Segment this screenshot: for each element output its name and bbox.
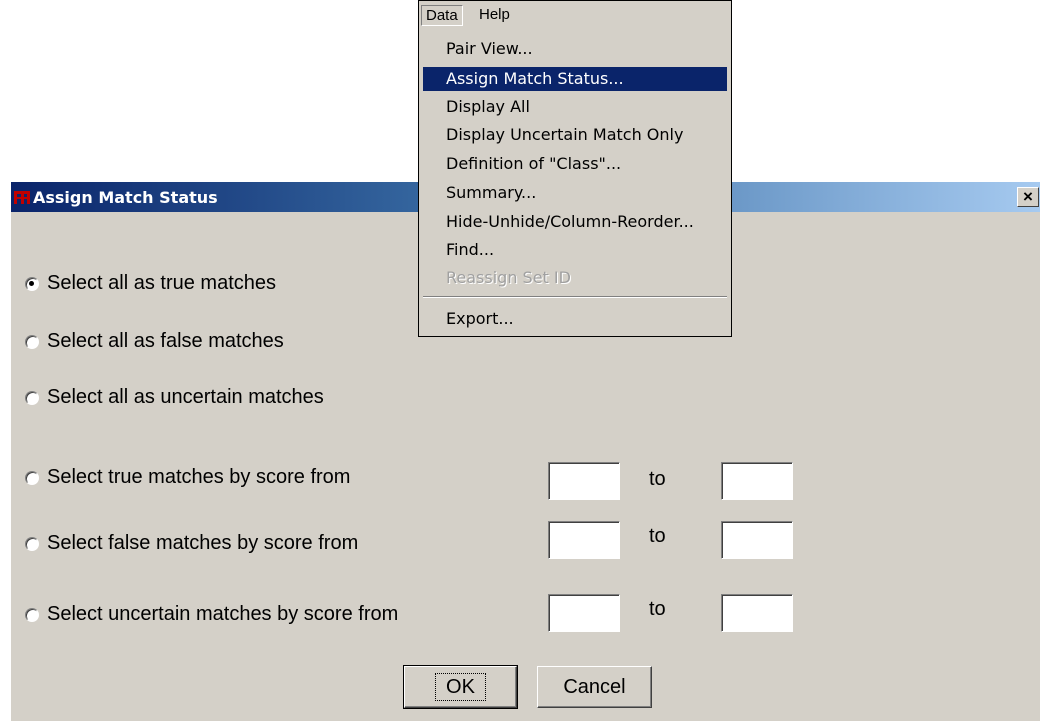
radio-label: Select false matches by score from bbox=[47, 532, 359, 554]
radio-icon[interactable] bbox=[25, 536, 39, 551]
menu-item-reassign-set-id: Reassign Set ID bbox=[446, 268, 571, 287]
ok-button[interactable]: OK bbox=[403, 665, 518, 709]
radio-true-by-score[interactable]: Select true matches by score from bbox=[25, 466, 350, 489]
radio-all-false[interactable]: Select all as false matches bbox=[25, 330, 284, 353]
dialog-title: Assign Match Status bbox=[33, 188, 218, 207]
menu-separator bbox=[423, 296, 727, 298]
app-icon bbox=[14, 191, 30, 204]
radio-label: Select all as false matches bbox=[47, 330, 284, 352]
menu-item-definition-class[interactable]: Definition of "Class"... bbox=[423, 152, 727, 176]
radio-all-true[interactable]: Select all as true matches bbox=[25, 272, 276, 295]
radio-icon[interactable] bbox=[25, 607, 39, 622]
ok-button-label: OK bbox=[435, 673, 486, 701]
menu-item-summary[interactable]: Summary... bbox=[423, 181, 727, 205]
false-score-to-field[interactable] bbox=[721, 521, 793, 559]
menu-item-export[interactable]: Export... bbox=[423, 307, 727, 331]
radio-icon[interactable] bbox=[25, 390, 39, 405]
menu-help[interactable]: Help bbox=[475, 5, 514, 24]
cancel-button[interactable]: Cancel bbox=[537, 666, 652, 708]
to-label: to bbox=[649, 598, 666, 620]
menubar: Data Help bbox=[419, 1, 731, 29]
menu-item-display-all[interactable]: Display All bbox=[423, 95, 727, 119]
radio-label: Select all as uncertain matches bbox=[47, 386, 324, 408]
to-label: to bbox=[649, 468, 666, 490]
radio-all-uncertain[interactable]: Select all as uncertain matches bbox=[25, 386, 324, 409]
uncertain-score-to-field[interactable] bbox=[721, 594, 793, 632]
menu-item-find[interactable]: Find... bbox=[423, 238, 727, 262]
menu-item-pair-view[interactable]: Pair View... bbox=[423, 37, 727, 61]
radio-false-by-score[interactable]: Select false matches by score from bbox=[25, 532, 358, 555]
radio-label: Select true matches by score from bbox=[47, 466, 351, 488]
radio-label: Select uncertain matches by score from bbox=[47, 603, 399, 625]
menu-item-assign-match-status[interactable]: Assign Match Status... bbox=[423, 67, 727, 91]
to-label: to bbox=[649, 525, 666, 547]
radio-icon[interactable] bbox=[25, 334, 39, 349]
false-score-from-field[interactable] bbox=[548, 521, 620, 559]
true-score-from-field[interactable] bbox=[548, 462, 620, 500]
menu-data[interactable]: Data bbox=[421, 5, 463, 26]
data-menu: Data Help Pair View... Assign Match Stat… bbox=[418, 0, 732, 337]
uncertain-score-from-field[interactable] bbox=[548, 594, 620, 632]
radio-icon[interactable] bbox=[25, 470, 39, 485]
radio-uncertain-by-score[interactable]: Select uncertain matches by score from bbox=[25, 603, 398, 626]
menu-item-display-uncertain[interactable]: Display Uncertain Match Only bbox=[423, 123, 727, 147]
menu-item-hide-unhide[interactable]: Hide-Unhide/Column-Reorder... bbox=[423, 210, 727, 234]
radio-icon[interactable] bbox=[25, 276, 39, 291]
radio-label: Select all as true matches bbox=[47, 272, 276, 294]
close-button[interactable]: × bbox=[1017, 187, 1039, 207]
true-score-to-field[interactable] bbox=[721, 462, 793, 500]
